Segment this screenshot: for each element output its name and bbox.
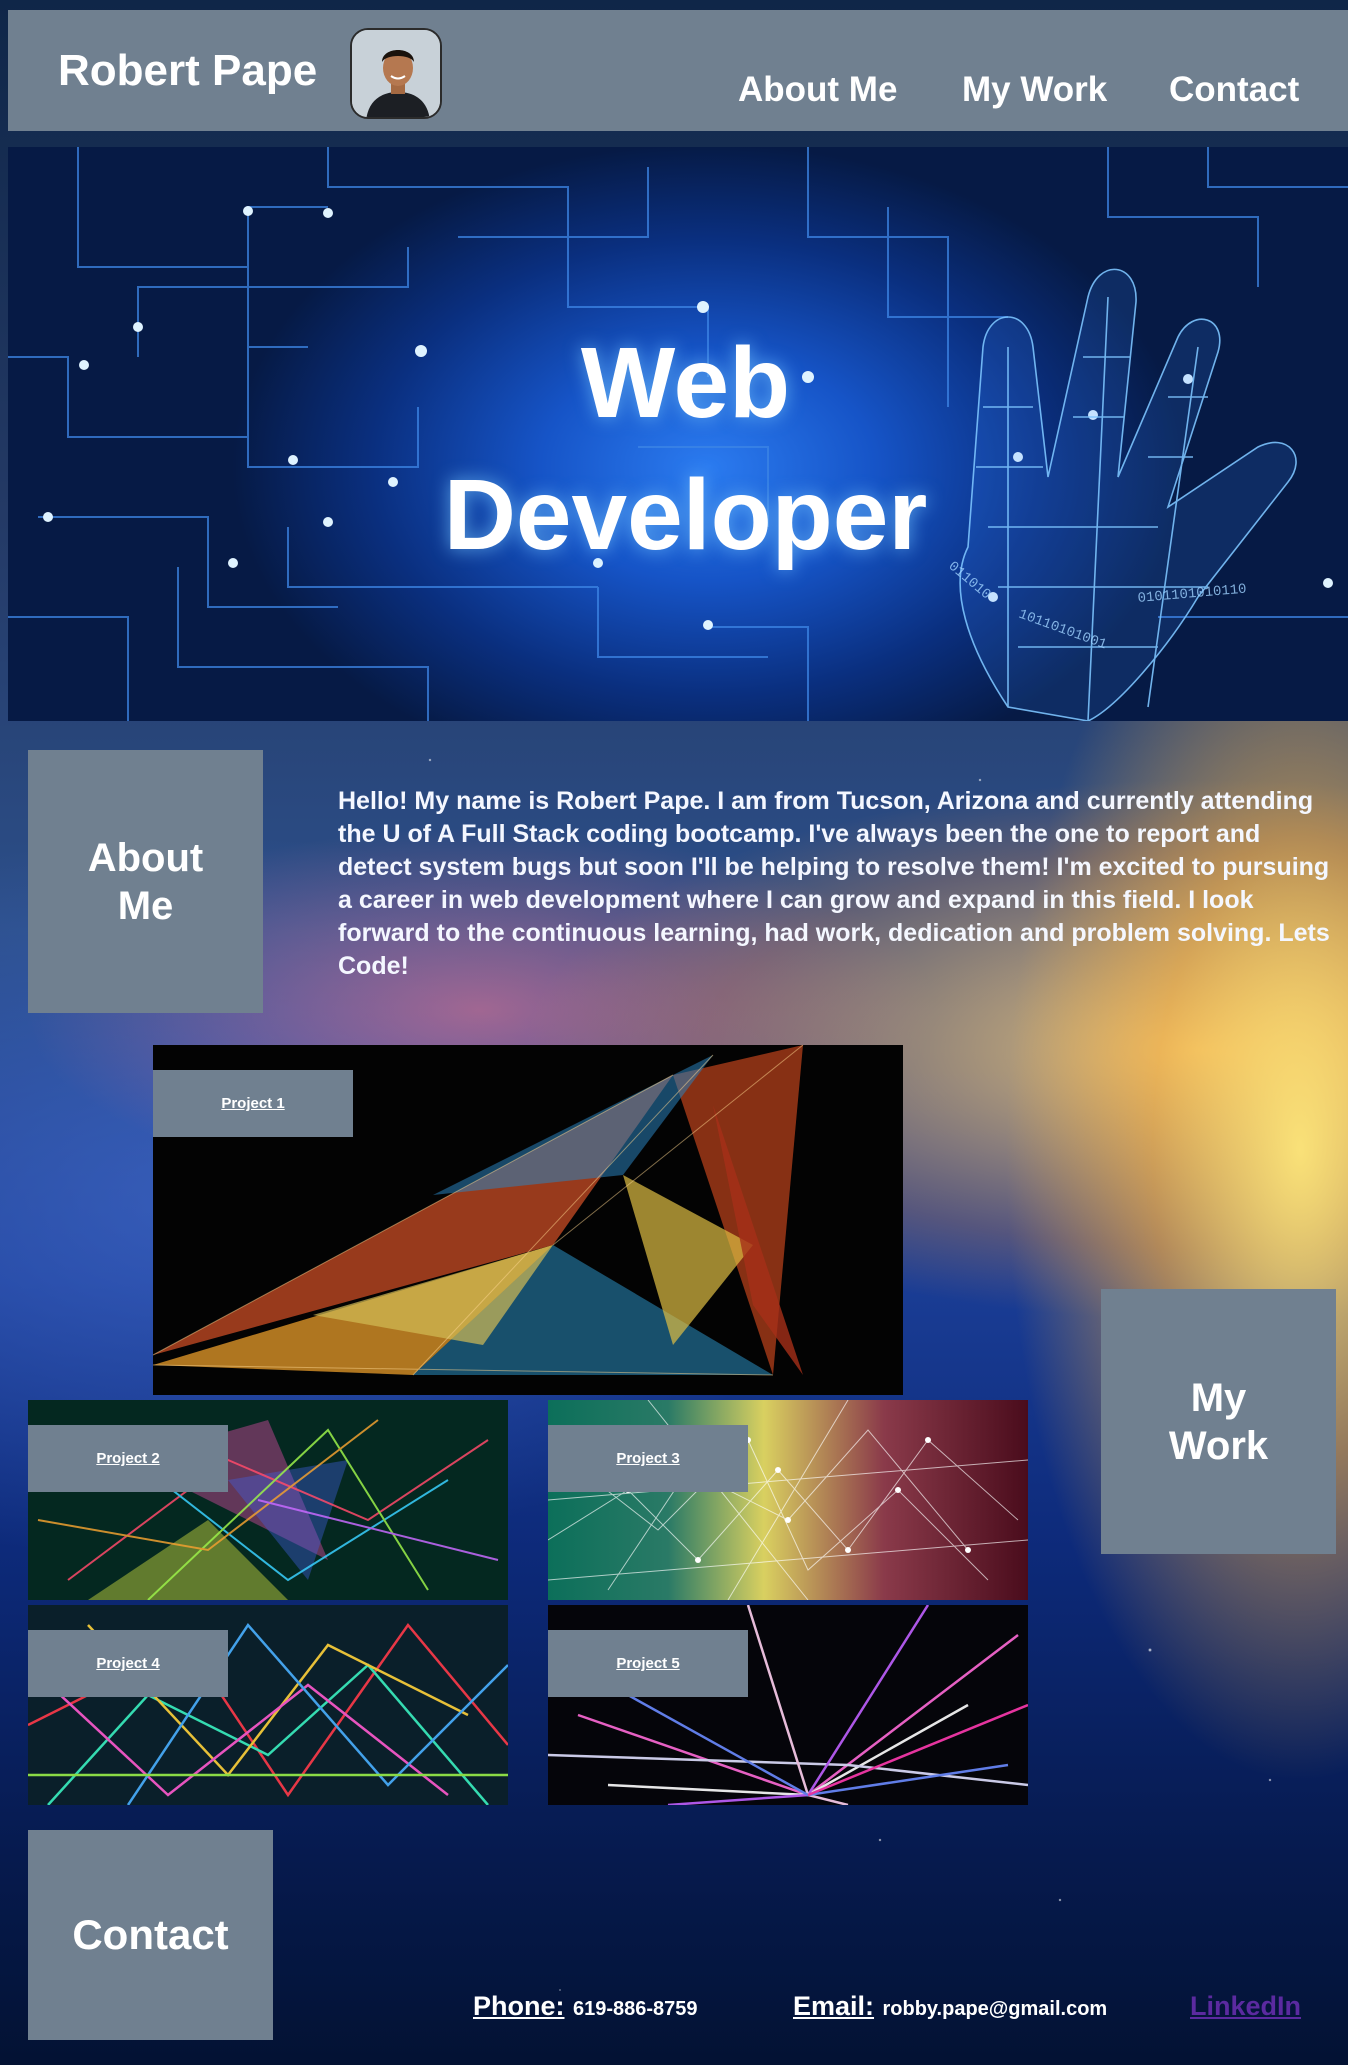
nav-contact[interactable]: Contact	[1169, 70, 1299, 110]
site-header: Robert Pape About Me My Work Contact	[8, 10, 1348, 131]
about-me-heading: About Me	[28, 750, 263, 1013]
project-2-card[interactable]: Project 2	[28, 1400, 508, 1600]
hero-banner: 10110101001 0101101010110 011010 Web Dev…	[8, 147, 1348, 721]
project-3-label[interactable]: Project 3	[548, 1425, 748, 1492]
about-heading-line-2: Me	[117, 883, 174, 928]
project-3-card[interactable]: Project 3	[548, 1400, 1028, 1600]
project-5-card[interactable]: Project 5	[548, 1605, 1028, 1805]
work-heading-line-2: Work	[1168, 1423, 1269, 1468]
project-4-label[interactable]: Project 4	[28, 1630, 228, 1697]
my-work-heading: My Work	[1101, 1289, 1336, 1554]
project-2-label[interactable]: Project 2	[28, 1425, 228, 1492]
project-1-card[interactable]: Project 1	[153, 1045, 903, 1395]
phone-value: 619-886-8759	[572, 1998, 698, 2020]
email-contact: Email: robby.pape@gmail.com	[793, 1991, 1107, 2022]
phone-label: Phone:	[473, 1991, 565, 2021]
linkedin-link[interactable]: LinkedIn	[1190, 1991, 1301, 2022]
contact-heading: Contact	[28, 1830, 273, 2040]
project-5-label[interactable]: Project 5	[548, 1630, 748, 1697]
about-heading-line-1: About	[87, 835, 204, 880]
project-4-card[interactable]: Project 4	[28, 1605, 508, 1805]
nav-my-work[interactable]: My Work	[962, 70, 1107, 110]
work-heading-line-1: My	[1190, 1375, 1247, 1420]
phone-contact: Phone: 619-886-8759	[473, 1991, 698, 2022]
hero-title-line-1: Web	[580, 327, 791, 439]
site-name: Robert Pape	[58, 46, 318, 95]
hero-title: Web Developer	[8, 317, 1348, 581]
email-value: robby.pape@gmail.com	[882, 1998, 1108, 2020]
avatar-photo	[352, 30, 440, 117]
hero-title-line-2: Developer	[443, 459, 928, 571]
nav-about-me[interactable]: About Me	[738, 70, 897, 110]
about-me-text: Hello! My name is Robert Pape. I am from…	[338, 787, 1330, 980]
project-1-label[interactable]: Project 1	[153, 1070, 353, 1137]
email-label: Email:	[793, 1991, 875, 2021]
avatar	[350, 28, 442, 119]
